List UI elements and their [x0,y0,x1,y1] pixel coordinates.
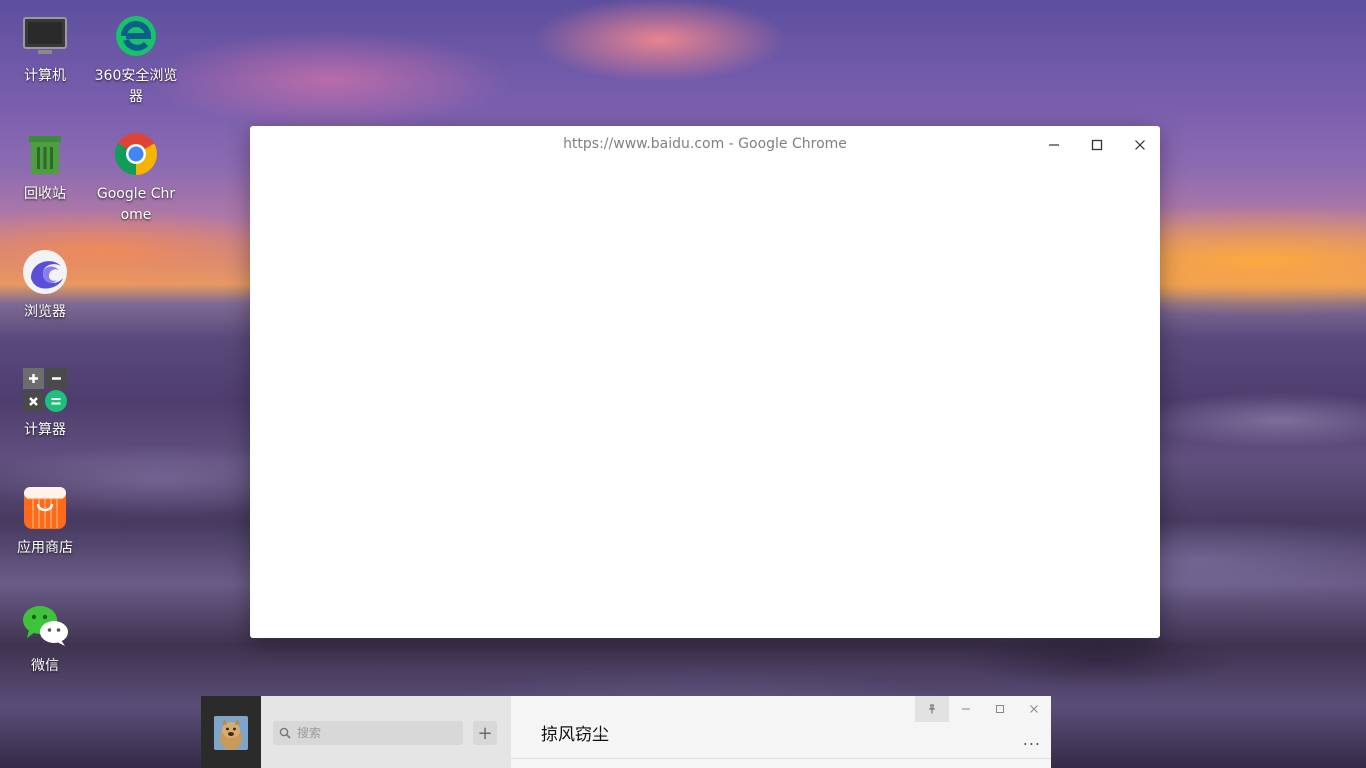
page-content [250,166,1160,638]
chrome-window[interactable]: https://www.baidu.com - Google Chrome [250,126,1160,638]
maximize-button[interactable] [1083,134,1111,156]
plus-icon: + [477,722,493,744]
chat-title: 掠风窃尘 [541,725,609,745]
computer-icon [21,12,69,60]
desktop-icon-label: 360安全浏览器 [94,68,178,105]
avatar[interactable] [214,716,248,750]
divider [511,758,1051,759]
calculator-icon [21,366,69,414]
close-icon [1030,705,1038,713]
desktop-icon-label: 计算机 [24,68,66,84]
search-icon [279,727,291,739]
minimize-icon [1049,144,1059,146]
desktop-icon-browser[interactable]: 浏览器 [3,248,87,323]
avatar-image [214,716,248,750]
search-box[interactable] [273,721,463,745]
desktop-icon-label: 浏览器 [24,304,66,320]
desktop-icon-wechat[interactable]: 微信 [3,602,87,677]
minimize-button[interactable] [1040,134,1068,156]
desktop-icon-label: Google Chrome [96,186,176,223]
pin-button[interactable] [915,696,949,722]
desktop-icon-label: 回收站 [24,186,66,202]
desktop-icon-calculator[interactable]: 计算器 [3,366,87,441]
add-chat-button[interactable]: + [473,721,497,745]
desktop-icon-360-browser[interactable]: 360安全浏览器 [94,12,178,108]
desktop-icon-google-chrome[interactable]: Google Chrome [94,130,178,226]
trash-icon [21,130,69,178]
desktop-icon-computer[interactable]: 计算机 [3,12,87,87]
wechat-sidebar [201,696,261,768]
wechat-close-button[interactable] [1017,696,1051,722]
app-store-icon [21,484,69,532]
wechat-chat-list: + [261,696,511,768]
more-options-button[interactable]: ... [1023,730,1041,749]
desktop-icon-label: 计算器 [24,422,66,438]
maximize-icon [1091,139,1103,151]
window-title: https://www.baidu.com - Google Chrome [563,136,847,152]
close-icon [1135,140,1145,150]
360-browser-icon [112,12,160,60]
wechat-icon [21,602,69,650]
desktop-icon-app-store[interactable]: 应用商店 [3,484,87,559]
wechat-window[interactable]: + 掠风窃尘 ... [201,696,1051,768]
maximize-icon [996,705,1004,713]
wechat-minimize-button[interactable] [949,696,983,722]
search-input[interactable] [295,725,449,741]
browser-icon [21,248,69,296]
desktop-icon-label: 应用商店 [17,540,73,556]
wechat-chat-panel: 掠风窃尘 ... [511,696,1051,768]
wechat-maximize-button[interactable] [983,696,1017,722]
desktop-icon-trash[interactable]: 回收站 [3,130,87,205]
pin-icon [929,704,935,714]
close-button[interactable] [1126,134,1154,156]
chrome-icon [112,130,160,178]
minimize-icon [962,708,970,710]
desktop-icon-label: 微信 [31,658,59,674]
